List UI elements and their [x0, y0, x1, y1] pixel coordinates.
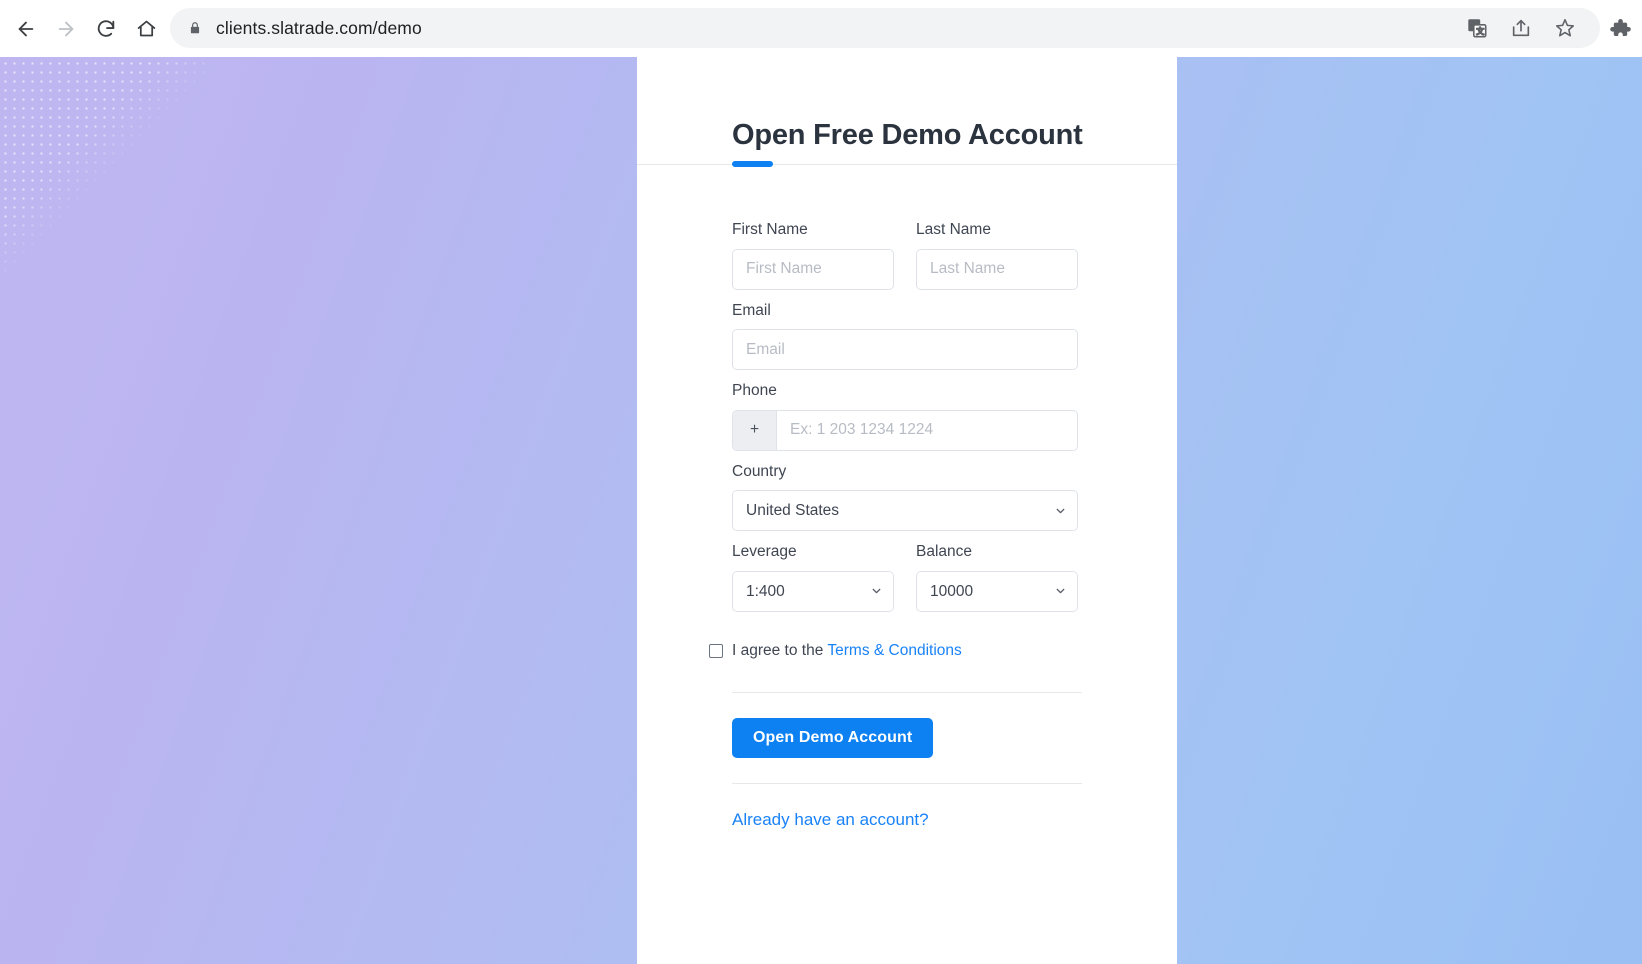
terms-text: I agree to the Terms & Conditions: [732, 642, 962, 660]
balance-select-wrap: 10000: [916, 570, 1078, 612]
open-demo-account-button[interactable]: Open Demo Account: [732, 717, 934, 758]
browser-tab-stub[interactable]: [596, 0, 896, 2]
back-arrow-icon[interactable]: [6, 9, 46, 49]
first-name-input[interactable]: [732, 248, 894, 290]
card-header: Open Free Demo Account: [637, 57, 1177, 164]
address-bar[interactable]: clients.slatrade.com/demo G文: [170, 8, 1600, 48]
page-title: Open Free Demo Account: [732, 119, 1083, 151]
last-name-input[interactable]: [916, 248, 1078, 290]
terms-checkbox[interactable]: [709, 643, 723, 658]
share-icon[interactable]: [1508, 15, 1534, 41]
leverage-label: Leverage: [732, 543, 797, 561]
browser-nav-buttons: [0, 9, 166, 49]
translate-icon[interactable]: G文: [1464, 15, 1490, 41]
phone-input[interactable]: [777, 410, 1077, 450]
phone-input-group: +: [732, 409, 1078, 451]
terms-agree-label: I agree to the: [732, 641, 828, 659]
form-divider: [732, 691, 1082, 693]
balance-label: Balance: [916, 543, 973, 561]
lock-icon: [188, 20, 202, 36]
first-name-field: First Name: [732, 221, 894, 290]
home-icon[interactable]: [126, 9, 166, 49]
omnibox-actions: G文: [1464, 15, 1600, 41]
reload-icon[interactable]: [86, 9, 126, 49]
bookmark-star-icon[interactable]: [1552, 15, 1578, 41]
page-viewport: Open Free Demo Account First Name Last N…: [0, 57, 1642, 964]
phone-field: Phone +: [732, 382, 1078, 451]
puzzle-piece-icon[interactable]: [1606, 14, 1634, 42]
country-label: Country: [732, 462, 787, 480]
button-divider: [732, 782, 1082, 784]
demo-account-form: First Name Last Name Email Phone +: [637, 165, 1177, 830]
balance-field: Balance 10000: [916, 543, 1078, 612]
phone-prefix-addon: +: [733, 410, 777, 450]
forward-arrow-icon[interactable]: [46, 9, 86, 49]
last-name-label: Last Name: [916, 221, 991, 238]
browser-chrome: clients.slatrade.com/demo G文: [0, 0, 1642, 57]
demo-account-card: Open Free Demo Account First Name Last N…: [637, 57, 1177, 964]
title-divider: [637, 161, 1177, 167]
leverage-balance-row: Leverage 1:400 Balance 10000: [732, 543, 1082, 624]
country-field: Country United States: [732, 463, 1078, 532]
email-input[interactable]: [732, 329, 1078, 371]
title-accent-bar: [732, 161, 773, 167]
email-label: Email: [732, 301, 771, 319]
leverage-field: Leverage 1:400: [732, 543, 894, 612]
terms-and-conditions-link[interactable]: Terms & Conditions: [827, 642, 961, 659]
svg-text:文: 文: [1476, 26, 1484, 36]
already-have-account-link[interactable]: Already have an account?: [732, 810, 929, 830]
terms-row: I agree to the Terms & Conditions: [709, 642, 1082, 660]
country-select[interactable]: United States: [732, 490, 1078, 532]
name-row: First Name Last Name: [732, 221, 1082, 302]
url-text: clients.slatrade.com/demo: [216, 17, 422, 38]
email-field: Email: [732, 302, 1078, 371]
first-name-label: First Name: [732, 221, 808, 238]
phone-label: Phone: [732, 382, 777, 400]
balance-select[interactable]: 10000: [916, 570, 1078, 612]
leverage-select-wrap: 1:400: [732, 570, 894, 612]
country-select-wrap: United States: [732, 490, 1078, 532]
leverage-select[interactable]: 1:400: [732, 570, 894, 612]
last-name-field: Last Name: [916, 221, 1078, 290]
